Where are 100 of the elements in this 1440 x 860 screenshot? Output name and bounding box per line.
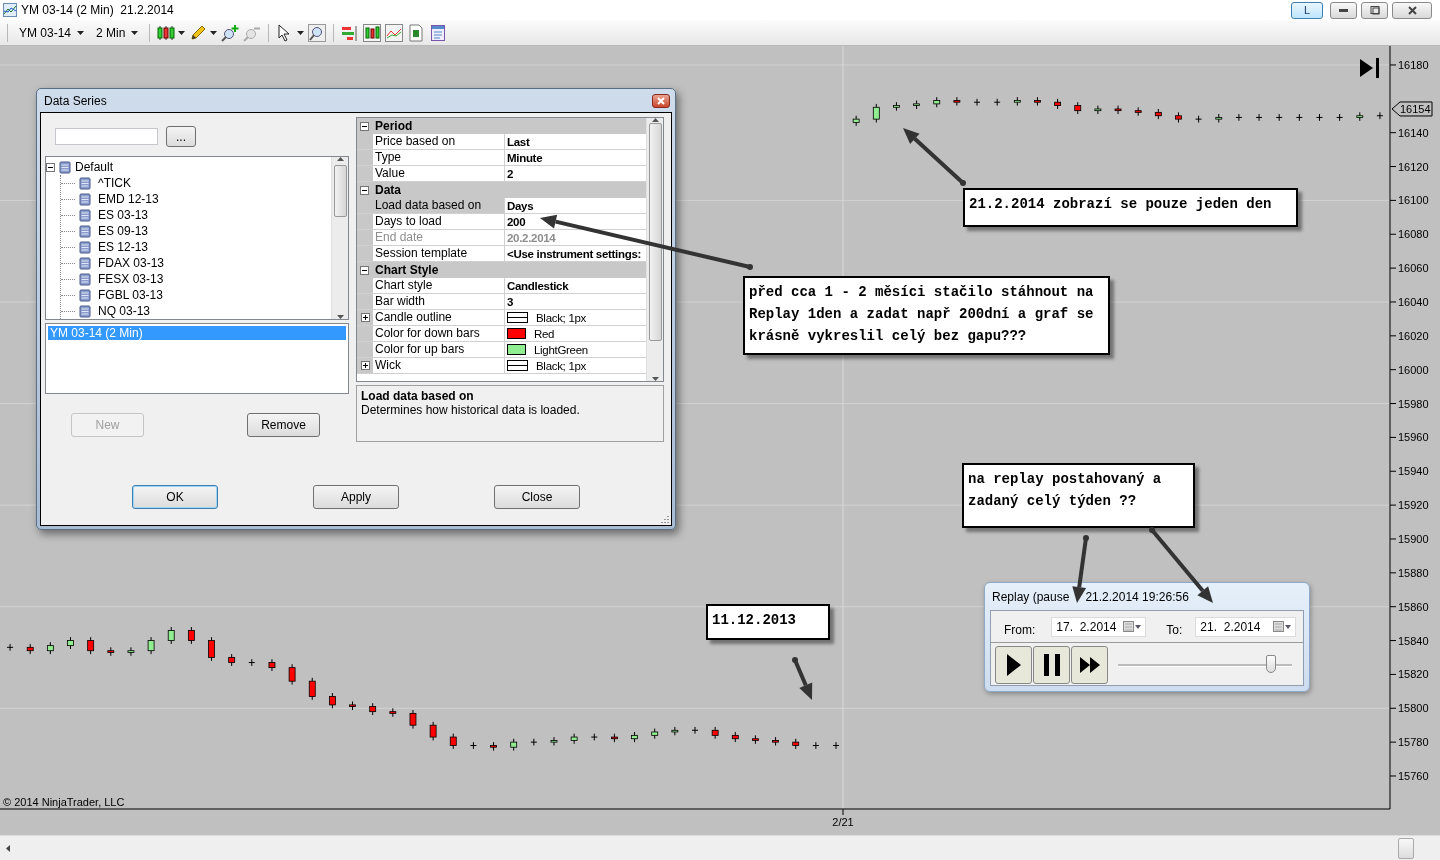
scrollbar[interactable] xyxy=(331,157,348,319)
search-tool[interactable] xyxy=(308,23,327,42)
expand-icon[interactable] xyxy=(360,313,370,322)
category-row[interactable]: Period xyxy=(357,118,646,134)
property-name[interactable]: Days to load xyxy=(373,214,505,229)
collapse-icon[interactable] xyxy=(360,265,369,275)
layout-button[interactable]: L xyxy=(1291,1,1323,19)
property-value[interactable]: Last xyxy=(507,135,530,148)
collapse-icon[interactable] xyxy=(46,162,55,172)
property-name[interactable]: Value xyxy=(373,166,505,181)
tree-item[interactable]: EMD 12-13 xyxy=(98,192,159,206)
instrument-dropdown[interactable]: YM 03-14 xyxy=(15,21,89,44)
expand-icon[interactable] xyxy=(360,361,370,370)
property-value[interactable]: 200 xyxy=(507,215,526,228)
document-tool[interactable] xyxy=(407,23,426,42)
pencil-tool[interactable] xyxy=(189,23,218,42)
scroll-up-icon[interactable] xyxy=(336,157,344,161)
collapse-icon[interactable] xyxy=(360,121,369,131)
tree-item[interactable]: Default xyxy=(75,160,114,174)
property-value[interactable]: 2 xyxy=(507,167,514,180)
interval-dropdown[interactable]: 2 Min xyxy=(92,21,143,44)
property-name[interactable]: Color for up bars xyxy=(373,342,505,357)
bars-tool[interactable] xyxy=(341,23,360,42)
property-name[interactable]: Bar width xyxy=(373,294,505,309)
candlestick xyxy=(993,98,1001,107)
property-name[interactable]: Load data based on xyxy=(373,198,505,213)
tree-item[interactable]: ^TICK xyxy=(98,176,131,190)
pointer-tool[interactable] xyxy=(276,23,305,42)
property-row[interactable]: Days to load 200 xyxy=(357,214,646,230)
window-tool[interactable] xyxy=(429,23,448,42)
candlestick xyxy=(550,736,558,746)
slider-thumb[interactable] xyxy=(1266,655,1277,673)
property-row[interactable]: Candle outline Black; 1px xyxy=(357,310,646,326)
axis-label: 15820 xyxy=(1398,668,1429,681)
property-name[interactable]: Price based on xyxy=(373,134,505,149)
calendar-icon[interactable] xyxy=(1273,621,1292,632)
category-row[interactable]: Data xyxy=(357,182,646,198)
browse-button[interactable]: ... xyxy=(166,126,196,147)
property-value[interactable]: Red xyxy=(534,327,555,340)
candlestick-tool[interactable] xyxy=(157,23,186,42)
tree-item[interactable]: FDAX 03-13 xyxy=(98,256,165,270)
property-name[interactable]: Type xyxy=(373,150,505,165)
scrollbar-thumb[interactable] xyxy=(648,123,662,341)
property-value[interactable]: Days xyxy=(507,199,534,212)
apply-button[interactable]: Apply xyxy=(313,485,399,509)
fast-forward-button[interactable] xyxy=(1071,646,1108,684)
candlestick xyxy=(26,643,34,655)
date-field[interactable]: 21. 2.2014 xyxy=(1195,616,1297,637)
scrollbar[interactable] xyxy=(646,118,663,381)
axis-label: 16140 xyxy=(1398,126,1429,139)
property-name[interactable]: Color for down bars xyxy=(373,326,505,341)
calendar-icon[interactable] xyxy=(1123,621,1142,632)
property-row[interactable]: Value 2 xyxy=(357,166,646,182)
property-row[interactable]: Type Minute xyxy=(357,150,646,166)
candlestick xyxy=(147,636,155,655)
close-button[interactable]: Close xyxy=(494,485,580,509)
category-label: Period xyxy=(375,119,413,133)
tree-item[interactable]: ES 09-13 xyxy=(98,224,149,238)
close-button[interactable] xyxy=(1392,1,1432,19)
tree-item[interactable]: ES 12-13 xyxy=(98,240,149,254)
property-row[interactable]: Bar width 3 xyxy=(357,294,646,310)
property-name[interactable]: Candle outline xyxy=(373,310,505,325)
speed-slider[interactable] xyxy=(1118,655,1292,675)
category-row[interactable]: Chart Style xyxy=(357,262,646,278)
tree-item[interactable]: FGBL 03-13 xyxy=(98,288,163,302)
property-name[interactable]: Wick xyxy=(373,358,505,373)
skip-to-end-icon[interactable] xyxy=(1360,58,1379,78)
property-row[interactable]: Wick Black; 1px xyxy=(357,358,646,374)
maximize-button[interactable] xyxy=(1361,1,1388,19)
property-value[interactable]: 3 xyxy=(507,295,514,308)
scroll-down-icon[interactable] xyxy=(651,377,659,381)
date-field[interactable]: 17. 2.2014 xyxy=(1051,616,1147,637)
play-button[interactable] xyxy=(995,646,1032,684)
property-row[interactable]: Load data based on Days xyxy=(357,198,646,214)
scroll-left-icon[interactable] xyxy=(6,844,10,852)
property-row[interactable]: Price based on Last xyxy=(357,134,646,150)
tree-item[interactable]: ES 03-13 xyxy=(98,208,149,222)
line-chart-tool[interactable] xyxy=(385,23,404,42)
minimize-button[interactable] xyxy=(1330,1,1357,19)
pause-button[interactable] xyxy=(1033,646,1070,684)
scroll-down-icon[interactable] xyxy=(336,315,344,319)
scrollbar-thumb[interactable] xyxy=(333,165,347,217)
search-field[interactable] xyxy=(55,128,158,145)
ok-button[interactable]: OK xyxy=(132,485,218,509)
tree-item[interactable]: NQ 03-13 xyxy=(98,304,151,318)
candlestick xyxy=(329,692,336,709)
property-name[interactable]: Session template xyxy=(373,246,505,261)
close-button[interactable] xyxy=(652,93,670,108)
zoom-in-tool[interactable] xyxy=(221,23,240,42)
scrollbar-thumb[interactable] xyxy=(1398,837,1414,859)
candlestick-tool[interactable] xyxy=(363,23,382,42)
collapse-icon[interactable] xyxy=(360,185,369,195)
property-row[interactable]: Session template <Use instrument settings: xyxy=(357,246,646,262)
resize-grip[interactable] xyxy=(659,513,669,523)
property-row[interactable]: Color for down bars Red xyxy=(357,326,646,342)
tree-item[interactable]: FESX 03-13 xyxy=(98,272,164,286)
remove-button[interactable]: Remove xyxy=(247,413,320,437)
property-row[interactable]: Chart style Candlestick xyxy=(357,278,646,294)
property-row[interactable]: Color for up bars LightGreen xyxy=(357,342,646,358)
property-name[interactable]: Chart style xyxy=(373,278,505,293)
